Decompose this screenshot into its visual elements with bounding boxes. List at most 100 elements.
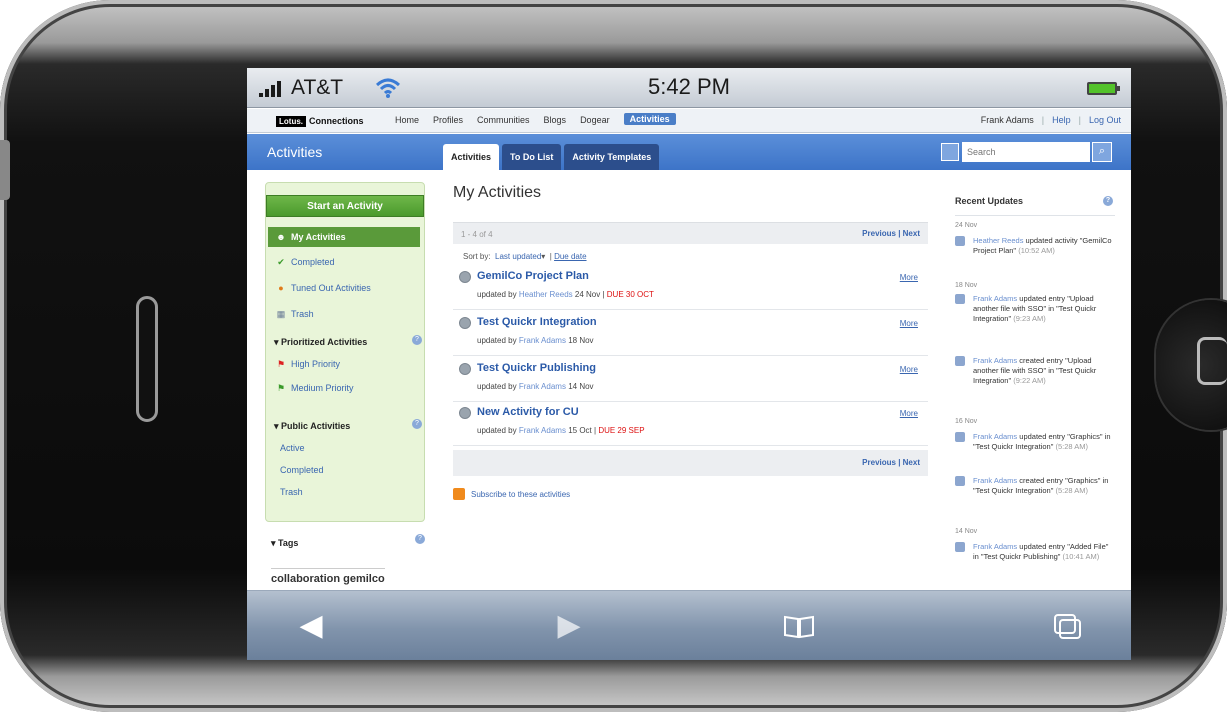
activity-icon	[955, 236, 965, 246]
sidebar-item-high-priority[interactable]: ⚑ High Priority	[276, 359, 340, 369]
sidebar-item-public-trash[interactable]: Trash	[280, 487, 303, 497]
sort-last-updated[interactable]: Last updated	[495, 252, 541, 261]
sidebar-item-public-completed[interactable]: Completed	[280, 465, 324, 475]
next-link[interactable]: Next	[903, 229, 920, 238]
help-icon[interactable]: ?	[1103, 196, 1113, 206]
help-icon[interactable]: ?	[412, 335, 422, 345]
activity-icon	[459, 363, 471, 375]
search-scope-icon[interactable]	[941, 143, 959, 161]
screen: AT&T 5:42 PM Lotus. Connections Home Pro…	[247, 68, 1131, 660]
nav-dogear[interactable]: Dogear	[580, 115, 610, 125]
more-link[interactable]: More	[900, 365, 918, 374]
previous-link[interactable]: Previous	[862, 458, 896, 467]
tab-todo-list[interactable]: To Do List	[502, 144, 562, 170]
recent-updates-title: Recent Updates ?	[955, 196, 1115, 216]
tag-collaboration[interactable]: collaboration	[271, 573, 340, 585]
recent-updates-panel: Recent Updates ? 24 Nov Heather Reeds up…	[949, 184, 1119, 658]
entry-icon	[955, 542, 965, 552]
tags-heading[interactable]: ▾ Tags	[271, 538, 298, 549]
activity-icon	[459, 317, 471, 329]
help-icon[interactable]: ?	[412, 419, 422, 429]
subscribe-link[interactable]: Subscribe to these activities	[471, 490, 570, 499]
sidebar-item-public-active[interactable]: Active	[280, 443, 305, 453]
speaker-slot	[136, 296, 158, 422]
update-date: 16 Nov	[955, 418, 978, 425]
tab-bar: Activities To Do List Activity Templates	[443, 144, 662, 170]
sidebar-item-my-activities[interactable]: ☻ My Activities	[268, 227, 420, 247]
previous-link[interactable]: Previous	[862, 229, 896, 238]
red-flag-icon: ⚑	[276, 359, 286, 369]
sort-due-date[interactable]: Due date	[554, 252, 586, 261]
checkmark-icon: ✔	[277, 257, 285, 267]
activity-row: Test Quickr Integration updated by Frank…	[453, 312, 928, 356]
bookmarks-icon[interactable]	[781, 609, 817, 643]
nav-communities[interactable]: Communities	[477, 115, 530, 125]
activity-row: Test Quickr Publishing updated by Frank …	[453, 358, 928, 402]
update-date: 24 Nov	[955, 222, 978, 229]
sort-row: Sort by: Last updated▾ | Due date	[463, 252, 587, 261]
help-link[interactable]: Help	[1052, 115, 1071, 125]
lotus-logo: Lotus. Connections	[276, 114, 364, 128]
pager-top: 1 - 4 of 4 Previous | Next	[453, 222, 928, 244]
volume-button	[0, 140, 10, 200]
entry-icon	[955, 476, 965, 486]
page-title: My Activities	[453, 184, 542, 201]
sidebar-item-trash[interactable]: ▦ Trash	[276, 309, 314, 319]
activity-icon	[459, 271, 471, 283]
user-name[interactable]: Frank Adams	[981, 115, 1034, 125]
more-link[interactable]: More	[900, 409, 918, 418]
nav-blogs[interactable]: Blogs	[544, 115, 567, 125]
tuned-out-icon: ●	[278, 283, 284, 293]
nav-activities[interactable]: Activities	[623, 113, 676, 125]
sidebar-item-medium-priority[interactable]: ⚑ Medium Priority	[276, 383, 354, 393]
trash-icon: ▦	[276, 309, 286, 319]
rss-feed-icon	[453, 488, 465, 500]
entry-icon	[955, 294, 965, 304]
search-input[interactable]	[962, 142, 1090, 162]
sidebar: Start an Activity ☻ My Activities ✔ Comp…	[265, 182, 425, 522]
logout-link[interactable]: Log Out	[1089, 115, 1121, 125]
people-icon: ☻	[276, 232, 286, 242]
result-count: 1 - 4 of 4	[461, 230, 493, 239]
pages-icon[interactable]	[1049, 609, 1085, 643]
update-date: 18 Nov	[955, 282, 978, 289]
nav-profiles[interactable]: Profiles	[433, 115, 463, 125]
pager-bottom: Previous | Next	[453, 450, 928, 476]
next-link[interactable]: Next	[903, 458, 920, 467]
tab-activity-templates[interactable]: Activity Templates	[564, 144, 660, 170]
activity-row: GemilCo Project Plan updated by Heather …	[453, 266, 928, 310]
nav-home[interactable]: Home	[395, 115, 419, 125]
start-activity-button[interactable]: Start an Activity	[266, 195, 424, 217]
activity-meta: updated by Frank Adams 14 Nov	[477, 382, 594, 391]
subscribe-row[interactable]: Subscribe to these activities	[453, 488, 570, 500]
battery-icon	[1087, 82, 1120, 95]
activity-title[interactable]: GemilCo Project Plan	[477, 270, 589, 282]
sidebar-item-tuned-out[interactable]: ● Tuned Out Activities	[276, 283, 370, 293]
entry-icon	[955, 432, 965, 442]
help-icon[interactable]: ?	[415, 534, 425, 544]
activity-row: New Activity for CU updated by Frank Ada…	[453, 402, 928, 446]
activity-title[interactable]: Test Quickr Publishing	[477, 362, 596, 374]
activity-meta: updated by Frank Adams 18 Nov	[477, 336, 594, 345]
sidebar-item-completed[interactable]: ✔ Completed	[276, 257, 334, 267]
green-flag-icon: ⚑	[276, 383, 286, 393]
tag-gemilco[interactable]: gemilco	[343, 573, 385, 585]
more-link[interactable]: More	[900, 319, 918, 328]
nav-items: Home Profiles Communities Blogs Dogear A…	[395, 113, 690, 125]
prioritized-heading[interactable]: ▾ Prioritized Activities	[274, 337, 367, 348]
tab-activities[interactable]: Activities	[443, 144, 500, 170]
activity-icon	[459, 407, 471, 419]
public-heading[interactable]: ▾ Public Activities	[274, 421, 350, 432]
update-date: 14 Nov	[955, 528, 978, 535]
back-arrow-icon[interactable]: ◀	[293, 609, 329, 643]
activity-title[interactable]: New Activity for CU	[477, 406, 579, 418]
activity-meta: updated by Heather Reeds 24 Nov | DUE 30…	[477, 290, 654, 299]
activity-title[interactable]: Test Quickr Integration	[477, 316, 597, 328]
more-link[interactable]: More	[900, 273, 918, 282]
status-bar: AT&T 5:42 PM	[247, 68, 1131, 108]
app-header: Activities Activities To Do List Activit…	[247, 134, 1131, 170]
search-area: ⌕	[941, 142, 1112, 162]
entry-icon	[955, 356, 965, 366]
forward-arrow-icon[interactable]: ▶	[551, 609, 587, 643]
search-icon[interactable]: ⌕	[1092, 142, 1112, 162]
